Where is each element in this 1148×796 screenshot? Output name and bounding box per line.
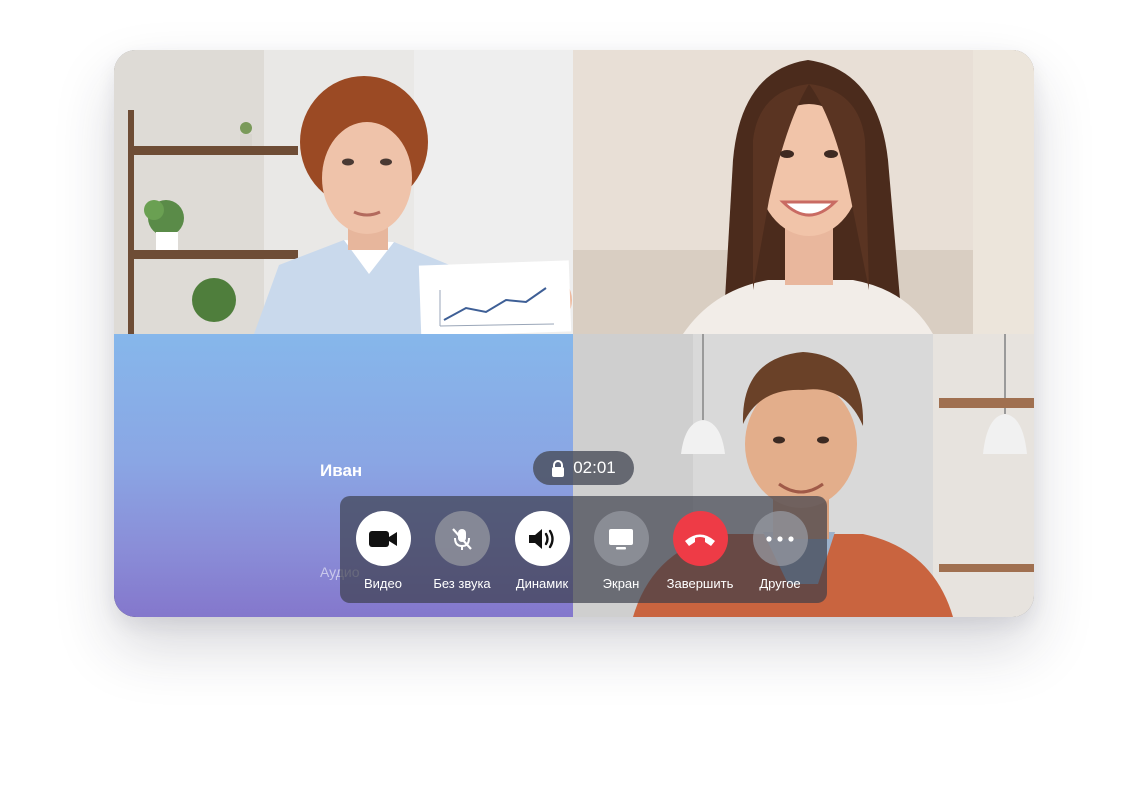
participant-2-video <box>573 50 1034 334</box>
mute-button-circle[interactable] <box>434 511 490 566</box>
video-button-circle[interactable] <box>355 511 411 566</box>
end-call-button[interactable]: Завершить <box>660 511 740 591</box>
video-button-label: Видео <box>364 576 402 591</box>
speaker-button-circle[interactable] <box>514 511 570 566</box>
call-duration: 02:01 <box>573 458 616 477</box>
call-control-bar: Видео Без звука Динамик Экран Завершить … <box>340 496 827 603</box>
screen-share-button[interactable]: Экран <box>581 511 661 591</box>
more-button-circle[interactable] <box>752 511 808 566</box>
mute-button[interactable]: Без звука <box>422 511 502 591</box>
video-button[interactable]: Видео <box>343 511 423 591</box>
more-button-label: Другое <box>759 576 801 591</box>
participant-video-tile-2[interactable] <box>573 50 1034 334</box>
speaker-button-label: Динамик <box>515 576 569 591</box>
screen-share-button-label: Экран <box>602 576 640 591</box>
video-call-window: Иван Аудио <box>114 50 1034 617</box>
lock-icon <box>552 459 565 477</box>
end-call-button-circle[interactable] <box>672 511 728 566</box>
participant-1-video <box>114 50 573 334</box>
participant-name: Иван <box>320 461 363 480</box>
mute-button-label: Без звука <box>433 576 491 591</box>
more-button[interactable]: Другое <box>740 511 820 591</box>
video-camera-icon <box>369 530 397 547</box>
speaker-icon <box>529 528 554 549</box>
screen-share-button-circle[interactable] <box>593 511 649 566</box>
monitor-icon <box>609 528 633 549</box>
hang-up-icon <box>685 534 715 546</box>
participant-video-tile-1[interactable] <box>114 50 573 334</box>
end-call-button-label: Завершить <box>666 576 734 591</box>
mic-off-icon <box>452 527 472 550</box>
speaker-button[interactable]: Динамик <box>502 511 582 591</box>
more-dots-icon <box>766 535 794 542</box>
call-timer: 02:01 <box>533 451 634 485</box>
